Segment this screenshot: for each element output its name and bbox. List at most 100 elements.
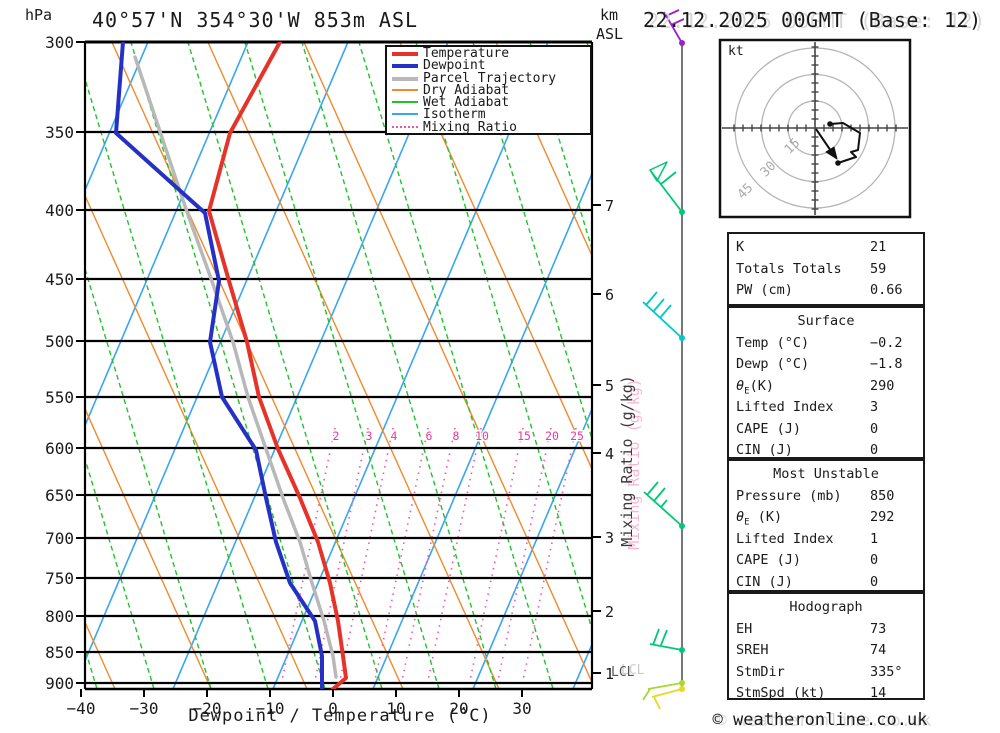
table-row-value: 292 xyxy=(870,509,895,525)
svg-text:5: 5 xyxy=(605,377,614,395)
table-section: K 21 Totals Totals 59 PW (cm) 0.66 xyxy=(727,232,925,306)
table-row: K 21 xyxy=(729,237,923,259)
svg-text:3: 3 xyxy=(366,429,373,443)
svg-text:400: 400 xyxy=(45,201,74,220)
svg-text:6: 6 xyxy=(605,286,614,304)
legend-swatch xyxy=(392,113,418,116)
wind-barb xyxy=(649,161,685,215)
table-row: EH 73 xyxy=(729,619,923,641)
wind-barb xyxy=(643,481,685,529)
wind-barb xyxy=(649,628,685,653)
legend-box: Temperature Dewpoint Parcel Trajectory Dry … xyxy=(385,45,592,135)
legend-swatch xyxy=(392,101,418,104)
svg-text:800: 800 xyxy=(45,607,74,626)
table-row: PW (cm) 0.66 xyxy=(729,280,923,302)
svg-text:25: 25 xyxy=(570,429,584,443)
table-row-value: 0.66 xyxy=(870,282,903,298)
temperature-curve xyxy=(207,42,348,689)
table-row-label: CAPE (J) xyxy=(736,552,802,568)
table-row-label: CIN (J) xyxy=(736,573,793,590)
table-row: Dewp (°C) −1.8 xyxy=(729,354,923,376)
table-section-surface: Surface Temp (°C) −0.2 Dewp (°C) −1.8 θE(K) 29… xyxy=(727,306,925,459)
svg-text:3: 3 xyxy=(605,529,614,547)
legend-label: Mixing Ratio xyxy=(423,119,517,135)
parcel-curve xyxy=(133,55,338,679)
svg-text:850: 850 xyxy=(45,643,74,662)
table-row: CAPE (J) 0 xyxy=(729,419,923,441)
table-row-label: SREH xyxy=(736,642,769,658)
svg-text:8: 8 xyxy=(453,429,460,443)
table-row-value: 0 xyxy=(870,420,879,437)
table-row-value: 0 xyxy=(870,573,879,590)
km-axis-label: km xyxy=(600,6,619,24)
table-row: θE (K) 292 xyxy=(729,507,923,529)
legend-swatch xyxy=(392,52,418,56)
wind-barb-column xyxy=(642,9,685,710)
legend-swatch xyxy=(392,64,418,69)
table-row: StmDir 335° xyxy=(729,662,923,684)
table-section-header: Most Unstable xyxy=(773,466,879,482)
table-row-value: 290 xyxy=(870,377,895,394)
table-row-label: StmDir xyxy=(736,663,785,680)
table-row: Temp (°C) −0.2 xyxy=(729,333,923,355)
svg-text:650: 650 xyxy=(45,486,74,505)
wind-barb xyxy=(651,686,685,710)
copyright-watermark: © weatheronline.co.uk xyxy=(712,710,928,730)
table-row-label: Lifted Index xyxy=(736,530,834,547)
table-row-value: −0.2 xyxy=(870,334,903,351)
table-row-label: EH xyxy=(736,620,753,637)
asl-axis-label: ASL xyxy=(596,25,624,43)
svg-text:500: 500 xyxy=(45,332,74,351)
svg-text:750: 750 xyxy=(45,569,74,588)
svg-text:15: 15 xyxy=(517,429,531,443)
legend-swatch xyxy=(392,88,418,91)
table-row-value: 73 xyxy=(870,620,887,637)
svg-text:2: 2 xyxy=(605,603,614,621)
lcl-marker: LCL xyxy=(611,665,635,680)
table-row-label: K xyxy=(736,239,745,255)
table-section-header: Hodograph xyxy=(789,599,863,615)
run-date-label: 22.12.2025 00GMT (Base: 12) xyxy=(643,8,982,32)
hodograph-unit-label: kt xyxy=(728,44,744,59)
skewt-sounding-page: { "header": { "title": "40°57'N 354°30'W… xyxy=(0,0,1000,733)
page-title: 40°57'N 354°30'W 853m ASL xyxy=(92,8,419,32)
dewpoint-curve xyxy=(114,42,324,689)
table-section-hodograph: Hodograph EH 73 SREH 74 StmDir 335° StmSpd (kt)… xyxy=(727,592,925,701)
table-row-label: Totals Totals xyxy=(736,260,842,277)
table-row-label: Lifted Index xyxy=(736,399,834,415)
svg-text:900: 900 xyxy=(45,674,74,693)
svg-text:20: 20 xyxy=(545,429,559,443)
svg-text:7: 7 xyxy=(605,197,614,215)
table-row: Lifted Index 3 xyxy=(729,397,923,419)
wind-barb xyxy=(642,291,685,341)
table-row-value: 335° xyxy=(870,663,903,680)
legend-item-wet-adiabat: Wet Adiabat xyxy=(387,95,590,110)
svg-text:2: 2 xyxy=(333,429,340,443)
x-axis-title: Dewpoint / Temperature (°C) xyxy=(188,706,492,726)
svg-text:4: 4 xyxy=(391,429,398,443)
table-row-value: 74 xyxy=(870,642,887,658)
mixing-ratio-labels: 2 3 4 6 8 10 15 20 25 xyxy=(331,428,585,445)
table-row-value: 850 xyxy=(870,487,895,504)
table-row-label: StmSpd (kt) xyxy=(736,685,826,701)
svg-text:4: 4 xyxy=(605,445,614,463)
table-row: Totals Totals 59 xyxy=(729,259,923,281)
svg-text:700: 700 xyxy=(45,529,74,548)
table-section-header: Surface xyxy=(797,313,855,329)
table-row: CAPE (J) 0 xyxy=(729,550,923,572)
legend-item-mixing-ratio: Mixing Ratio xyxy=(387,119,590,135)
table-row-value: −1.8 xyxy=(870,356,903,372)
table-row-value: 21 xyxy=(870,239,887,255)
table-row: Pressure (mb) 850 xyxy=(729,486,923,508)
sounding-curves xyxy=(114,42,348,689)
table-row-label: PW (cm) xyxy=(736,282,793,298)
svg-text:10: 10 xyxy=(475,429,489,443)
svg-text:−40: −40 xyxy=(67,699,96,718)
svg-text:450: 450 xyxy=(45,270,74,289)
table-section-most-unstable: Most Unstable Pressure (mb) 850 θE (K) 292 Li… xyxy=(727,459,925,592)
table-row-label: Temp (°C) xyxy=(736,334,810,351)
mixing-ratio-axis-label: Mixing Ratio (g/kg) xyxy=(618,375,636,547)
svg-text:550: 550 xyxy=(45,388,74,407)
table-row-value: 59 xyxy=(870,260,887,277)
legend-swatch xyxy=(392,76,418,81)
